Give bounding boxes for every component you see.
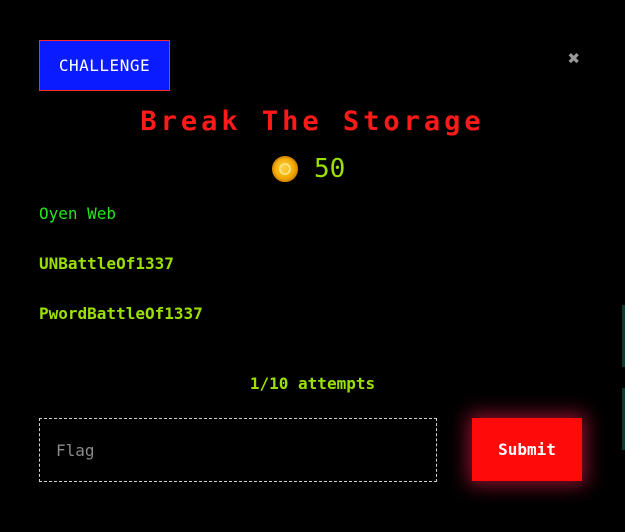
challenge-badge: CHALLENGE (39, 40, 170, 91)
hint-username: UNBattleOf1337 (39, 254, 174, 273)
points-display: 50 (272, 154, 345, 184)
close-icon[interactable]: ✖ (566, 48, 582, 68)
flag-input[interactable] (39, 418, 437, 482)
points-value: 50 (314, 154, 346, 184)
hint-password: PwordBattleOf1337 (39, 304, 203, 323)
submit-button[interactable]: Submit (472, 418, 582, 481)
challenge-category: Oyen Web (39, 204, 117, 223)
coin-icon (272, 156, 298, 182)
attempts-counter: 1/10 attempts (249, 374, 376, 393)
challenge-modal: CHALLENGE ✖ Break The Storage 50 Oyen We… (0, 0, 625, 532)
challenge-title: Break The Storage (140, 106, 485, 137)
